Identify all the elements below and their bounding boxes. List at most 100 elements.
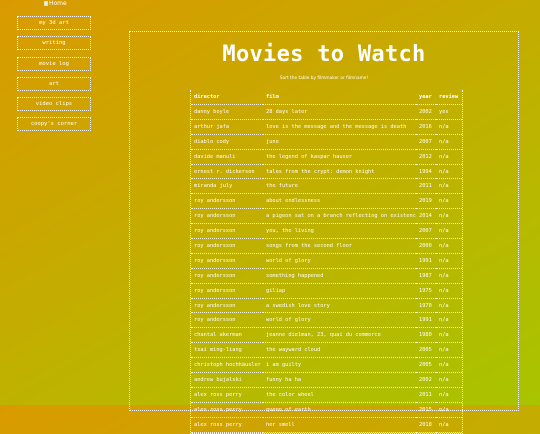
film-cell: a swedish love story [263,298,416,314]
year-cell: 2005 [416,357,436,374]
column-header-film[interactable]: film [263,90,416,105]
director-cell: chantal akerman [191,327,263,344]
table-row: roy andersson a pigeon sat on a branch re… [191,208,462,225]
table-row: chantal akerman jeanne dielman, 23, quai … [191,327,462,344]
film-cell: songs from the second floor [263,238,416,254]
table-row: roy andersson a swedish love story 1970 n/a [191,298,462,314]
column-header-year[interactable]: year [416,90,436,105]
director-cell: roy andersson [191,208,263,225]
nav-item-art[interactable]: art [17,76,91,91]
film-cell: funny ha ha [263,372,416,388]
review-cell: n/a [436,298,462,314]
review-cell: n/a [436,178,462,195]
table-row: roy andersson something happened 1987 n/a [191,268,462,284]
director-cell: roy andersson [191,268,263,284]
review-cell: n/a [436,208,462,225]
year-cell: 1991 [416,312,436,329]
home-label: Home [49,0,67,7]
director-cell: alex ross perry [191,387,263,403]
director-cell: arthur jafa [191,119,263,135]
year-cell: 2011 [416,387,436,403]
movies-table-container: director film year review danny boyle 28 … [190,90,463,434]
review-cell: yes [436,104,462,120]
home-link[interactable]: Home [44,0,67,7]
film-cell: the color wheel [263,387,416,403]
director-cell: roy andersson [191,283,263,299]
director-cell: danny boyle [191,104,263,120]
review-cell: n/a [436,417,462,433]
director-cell: andrew bujalski [191,372,263,388]
review-cell: n/a [436,327,462,344]
table-row: roy andersson world of glory 1991 n/a [191,312,462,329]
page-title: Movies to Watch [222,42,426,67]
nav-item-video-clips[interactable]: video clips [17,97,91,112]
film-cell: something happened [263,268,416,284]
director-cell: roy andersson [191,253,263,269]
table-row: ernest r. dickerson tales from the crypt:… [191,164,462,180]
director-cell: tsai ming-liang [191,342,263,359]
sidebar-nav: my 3d art writing movie log art video cl… [17,16,91,138]
review-cell: n/a [436,119,462,135]
table-row: christoph hochhäusler i am guilty 2005 n/a [191,357,462,374]
review-cell: n/a [436,134,462,150]
director-cell: roy andersson [191,193,263,210]
table-row: roy andersson about endlessness 2019 n/a [191,193,462,210]
film-cell: juno [263,134,416,150]
review-cell: n/a [436,387,462,403]
table-row: andrew bujalski funny ha ha 2002 n/a [191,372,462,388]
table-row: roy andersson world of glory 1991 n/a [191,253,462,269]
movies-table: director film year review danny boyle 28 … [191,90,462,433]
year-cell: 2007 [416,134,436,150]
table-row: arthur jafa love is the message and the m… [191,119,462,135]
review-cell: n/a [436,342,462,359]
review-cell: n/a [436,193,462,210]
column-header-director[interactable]: director [191,90,263,105]
review-cell: n/a [436,253,462,269]
film-cell: you, the living [263,223,416,240]
table-row: roy andersson you, the living 2007 n/a [191,223,462,240]
review-cell: n/a [436,149,462,165]
review-cell: n/a [436,164,462,180]
table-row: miranda july the future 2011 n/a [191,178,462,195]
director-cell: miranda july [191,178,263,195]
director-cell: davide manuli [191,149,263,165]
year-cell: 2000 [416,238,436,254]
table-body: danny boyle 28 days later 2002 yes arthur ja… [191,104,462,433]
review-cell: n/a [436,312,462,329]
nav-item-movie-log[interactable]: movie log [17,56,91,71]
film-cell: love is the message and the message is d… [263,119,416,135]
table-row: roy andersson giliap 1975 n/a [191,283,462,299]
table-row: alex ross perry the color wheel 2011 n/a [191,387,462,403]
nav-item-3d-art[interactable]: my 3d art [17,16,91,30]
film-cell: her smell [263,417,416,433]
year-cell: 1991 [416,253,436,269]
director-cell: roy andersson [191,223,263,240]
table-row: davide manuli the legend of kaspar hauser… [191,149,462,165]
nav-item-writing[interactable]: writing [17,36,91,51]
year-cell: 2002 [416,372,436,388]
year-cell: 2007 [416,223,436,240]
year-cell: 2018 [416,417,436,433]
film-cell: tales from the crypt: demon knight [263,164,416,180]
table-row: danny boyle 28 days later 2002 yes [191,104,462,120]
year-cell: 1994 [416,164,436,180]
table-row: roy andersson songs from the second floor… [191,238,462,254]
year-cell: 2016 [416,119,436,135]
film-cell: about endlessness [263,193,416,210]
director-cell: christoph hochhäusler [191,357,263,374]
table-row: alex ross perry her smell 2018 n/a [191,417,462,433]
director-cell: alex ross perry [191,417,263,433]
film-cell: the wayward cloud [263,342,416,359]
nav-item-coopys-corner[interactable]: coopy's corner [17,117,91,132]
year-cell: 2019 [416,193,436,210]
broken-image-icon [44,1,48,6]
director-cell: roy andersson [191,298,263,314]
year-cell: 1980 [416,327,436,344]
film-cell: a pigeon sat on a branch reflecting on e… [263,208,416,225]
table-header-row: director film year review [191,90,462,105]
column-header-review[interactable]: review [436,90,462,105]
year-cell: 1987 [416,268,436,284]
page-subtitle: Sort the table by filmmaker or filmname! [279,76,369,81]
year-cell: 1975 [416,283,436,299]
director-cell: ernest r. dickerson [191,164,263,180]
